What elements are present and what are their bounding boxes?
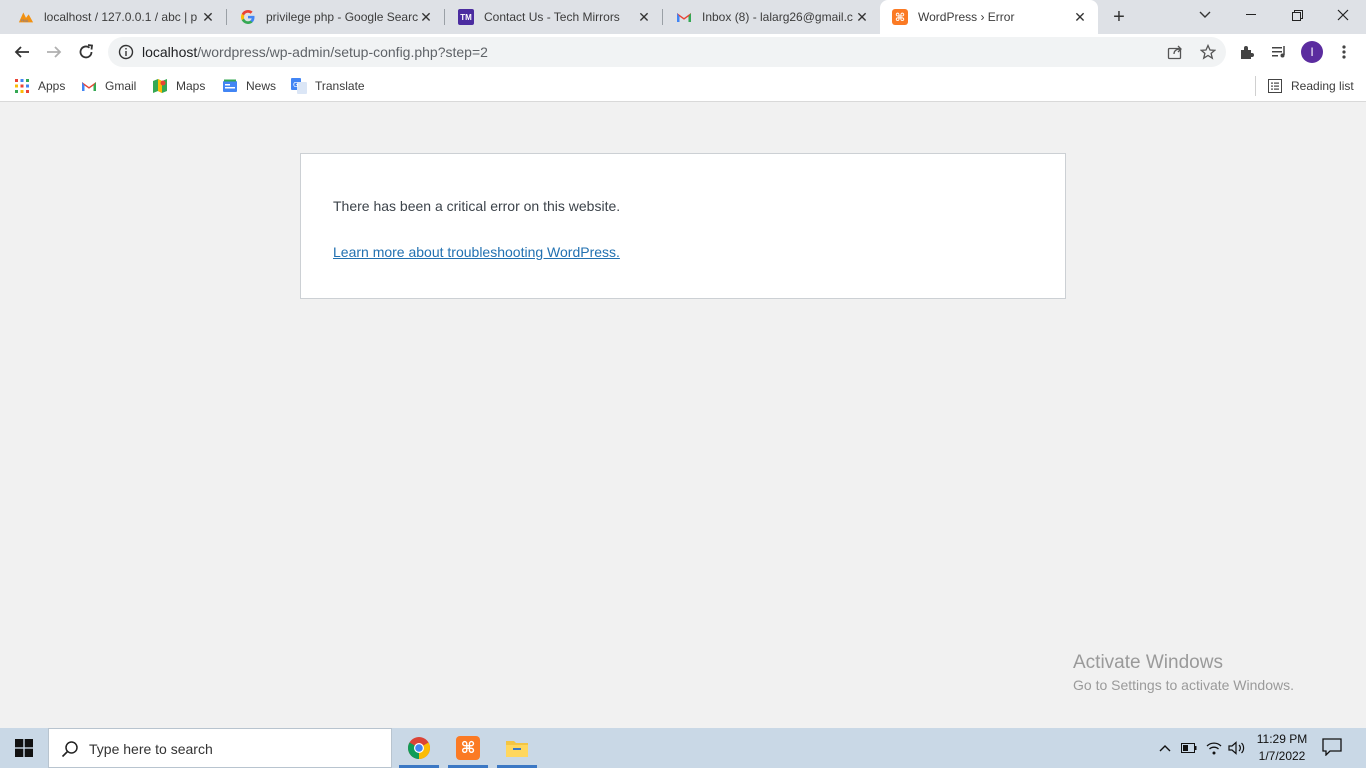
close-tab-icon[interactable]: ✕ <box>854 9 870 25</box>
apps-grid-icon <box>14 78 30 94</box>
tab-title: Contact Us - Tech Mirrors <box>484 10 620 24</box>
tab-wordpress-error[interactable]: ⌘ WordPress › Error ✕ <box>880 0 1098 34</box>
bookmark-star-icon[interactable] <box>1199 43 1217 61</box>
forward-arrow-icon <box>47 46 62 58</box>
address-bar[interactable]: localhost/wordpress/wp-admin/setup-confi… <box>108 37 1226 67</box>
action-center-icon <box>1322 738 1342 757</box>
browser-toolbar: localhost/wordpress/wp-admin/setup-confi… <box>0 34 1366 70</box>
battery-icon[interactable] <box>1179 738 1199 758</box>
reading-list-button[interactable]: Reading list <box>1267 77 1354 95</box>
news-icon <box>222 78 238 94</box>
phpmyadmin-icon: PMA <box>18 9 34 25</box>
bookmark-label: Maps <box>176 79 206 93</box>
media-control-icon[interactable] <box>1268 41 1290 63</box>
bookmark-maps[interactable]: Maps <box>152 77 205 95</box>
tab-phpmyadmin[interactable]: PMA localhost / 127.0.0.1 / abc | p ✕ <box>0 0 226 34</box>
techmirrors-icon: TM <box>458 9 474 25</box>
folder-icon <box>506 741 528 757</box>
clock-date: 1/7/2022 <box>1258 749 1306 763</box>
bookmarks-divider <box>1255 76 1256 96</box>
minimize-button[interactable] <box>1228 0 1274 30</box>
close-tab-icon[interactable]: ✕ <box>200 9 216 25</box>
show-hidden-icons-chevron-icon[interactable] <box>1155 738 1175 758</box>
network-icon[interactable] <box>1204 738 1224 758</box>
tab-google-search[interactable]: privilege php - Google Searc ✕ <box>222 0 444 34</box>
search-placeholder: Type here to search <box>89 741 213 757</box>
activate-windows-subtitle: Go to Settings to activate Windows. <box>1073 677 1294 693</box>
bookmark-label: Translate <box>315 79 365 93</box>
xampp-icon: ⌘ <box>892 9 908 25</box>
system-clock[interactable]: 11:29 PM 1/7/2022 <box>1254 731 1310 765</box>
windows-logo-icon <box>15 739 33 757</box>
bookmark-apps[interactable]: Apps <box>14 77 65 95</box>
error-message: There has been a critical error on this … <box>333 198 621 214</box>
bookmarks-bar: Apps Gmail Maps News G Translate Reading… <box>0 70 1366 102</box>
svg-text:G: G <box>293 81 298 89</box>
taskbar-chrome[interactable] <box>397 728 441 768</box>
error-panel: There has been a critical error on this … <box>300 153 1066 299</box>
tab-gmail-inbox[interactable]: Inbox (8) - lalarg26@gmail.c ✕ <box>658 0 880 34</box>
site-info-icon[interactable] <box>118 44 134 60</box>
bookmark-translate[interactable]: G Translate <box>291 77 365 95</box>
reading-list-icon <box>1267 78 1283 94</box>
close-window-button[interactable] <box>1320 0 1366 30</box>
bookmark-news[interactable]: News <box>222 77 276 95</box>
close-tab-icon[interactable]: ✕ <box>636 9 652 25</box>
reload-button[interactable] <box>72 38 100 66</box>
page-viewport: There has been a critical error on this … <box>0 103 1366 728</box>
taskbar-search-box[interactable]: Type here to search <box>48 728 392 768</box>
search-icon <box>61 741 78 758</box>
forward-button[interactable] <box>40 38 68 66</box>
close-tab-icon[interactable]: ✕ <box>418 9 434 25</box>
close-tab-icon[interactable]: ✕ <box>1072 9 1088 25</box>
tab-title: privilege php - Google Searc <box>266 10 418 24</box>
start-button[interactable] <box>0 728 48 768</box>
reading-list-label: Reading list <box>1291 79 1354 93</box>
maps-icon <box>152 78 168 94</box>
svg-text:PMA: PMA <box>21 19 29 23</box>
notifications-button[interactable] <box>1322 738 1344 758</box>
activate-windows-title: Activate Windows <box>1073 652 1223 673</box>
xampp-icon: ⌘ <box>456 736 480 760</box>
new-tab-button[interactable]: + <box>1108 6 1130 28</box>
chrome-icon <box>408 737 430 759</box>
reload-icon <box>79 44 94 59</box>
windows-taskbar: Type here to search ⌘ 11:29 PM 1/7/2022 <box>0 728 1366 768</box>
chrome-menu-icon[interactable] <box>1333 41 1355 63</box>
extensions-icon[interactable] <box>1236 41 1258 63</box>
volume-icon[interactable] <box>1227 738 1247 758</box>
taskbar-xampp[interactable]: ⌘ <box>446 728 490 768</box>
troubleshooting-link[interactable]: Learn more about troubleshooting WordPre… <box>333 244 620 260</box>
restore-button[interactable] <box>1274 0 1320 30</box>
bookmark-label: News <box>246 79 277 93</box>
tab-title: WordPress › Error <box>918 10 1015 24</box>
url-text[interactable]: localhost/wordpress/wp-admin/setup-confi… <box>142 44 488 60</box>
back-arrow-icon <box>14 46 29 58</box>
tab-search-chevron-icon[interactable] <box>1182 0 1228 30</box>
clock-time: 11:29 PM <box>1256 732 1308 746</box>
translate-icon: G <box>291 78 307 94</box>
tab-strip: PMA localhost / 127.0.0.1 / abc | p ✕ pr… <box>0 0 1366 34</box>
gmail-icon <box>676 9 692 25</box>
tab-tech-mirrors[interactable]: TM Contact Us - Tech Mirrors ✕ <box>440 0 662 34</box>
back-button[interactable] <box>8 38 36 66</box>
taskbar-file-explorer[interactable] <box>495 728 539 768</box>
bookmark-label: Gmail <box>105 79 137 93</box>
tab-title: Inbox (8) - lalarg26@gmail.c <box>702 10 853 24</box>
bookmark-gmail[interactable]: Gmail <box>81 77 136 95</box>
gmail-icon <box>81 78 97 94</box>
tab-title: localhost / 127.0.0.1 / abc | p <box>44 10 198 24</box>
bookmark-label: Apps <box>38 79 66 93</box>
share-icon[interactable] <box>1166 43 1184 61</box>
profile-avatar[interactable]: I <box>1301 41 1323 63</box>
google-icon <box>240 9 256 25</box>
